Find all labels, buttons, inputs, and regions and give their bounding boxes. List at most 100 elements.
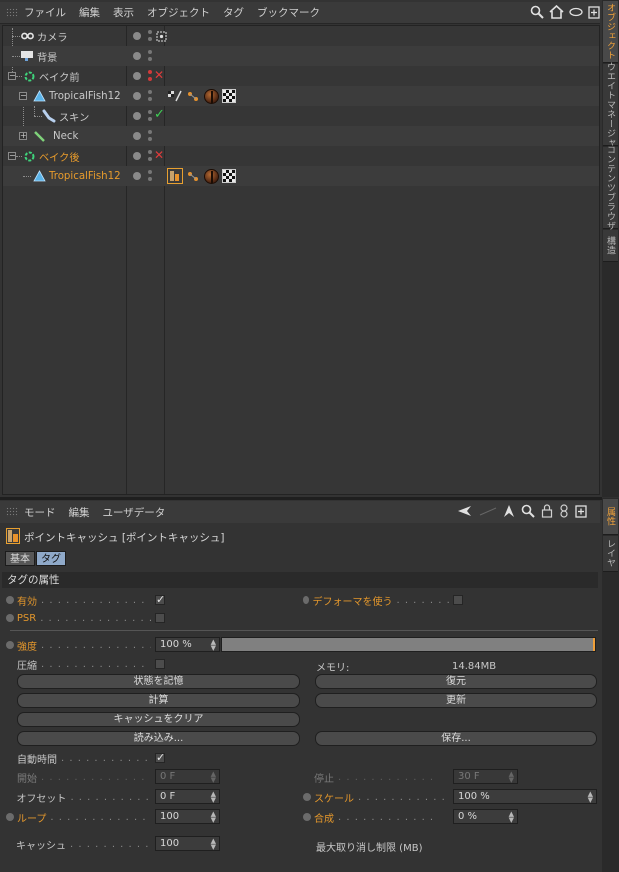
- visibility-dot[interactable]: [133, 52, 141, 60]
- link-icon[interactable]: [559, 504, 569, 518]
- animation-pin[interactable]: [6, 614, 14, 622]
- prop-blend: 合成 . . . . . . . . . . . . . . . . .: [303, 809, 453, 825]
- side-tab-objects[interactable]: オブジェクト: [603, 1, 618, 63]
- object-name: ベイク後: [39, 152, 80, 164]
- menu-edit[interactable]: 編集: [79, 5, 100, 20]
- menu-file[interactable]: ファイル: [24, 5, 66, 20]
- home-icon[interactable]: [549, 5, 564, 19]
- visibility-dot[interactable]: [133, 92, 141, 100]
- side-tab-structure[interactable]: 構造: [603, 230, 618, 262]
- side-tab-attributes[interactable]: 属性: [603, 499, 618, 535]
- search-icon[interactable]: [530, 5, 544, 19]
- material-tag-icon[interactable]: [203, 168, 219, 184]
- side-tab-content-browser[interactable]: コンテンツブラウザ: [603, 145, 618, 230]
- object-name: ベイク前: [39, 72, 80, 84]
- new-window-icon[interactable]: [588, 5, 600, 19]
- auto-time-checkbox[interactable]: ✓: [155, 752, 165, 763]
- menu-tag[interactable]: タグ: [223, 5, 244, 20]
- prop-stop: 停止 . . . . . . . . . . . . . . . . .: [314, 771, 438, 785]
- object-row-neck[interactable]: + Neck: [3, 126, 599, 146]
- psr-checkbox[interactable]: [155, 613, 165, 623]
- object-row-skin[interactable]: スキン ✓: [3, 106, 599, 126]
- attribute-header: ポイントキャッシュ [ポイントキャッシュ]: [6, 528, 225, 547]
- menu-object[interactable]: オブジェクト: [147, 5, 210, 20]
- visibility-dot[interactable]: [133, 72, 141, 80]
- disabled-x-icon[interactable]: ✕: [154, 68, 164, 82]
- polygon-icon: [32, 169, 46, 183]
- background-icon: [20, 49, 34, 63]
- lock-icon[interactable]: [541, 504, 553, 518]
- stop-field[interactable]: 30 F ▲ ▼: [453, 769, 518, 784]
- tab-basic[interactable]: 基本: [5, 551, 35, 566]
- weight-tag-icon[interactable]: [167, 88, 183, 104]
- disabled-x-icon[interactable]: ✕: [154, 148, 164, 162]
- menu-bookmark[interactable]: ブックマーク: [257, 5, 320, 20]
- object-row-tropicalfish12[interactable]: − TropicalFish12: [3, 86, 599, 106]
- object-row-background[interactable]: 背景: [3, 46, 599, 66]
- store-state-button[interactable]: 状態を記憶: [17, 674, 300, 689]
- object-name: スキン: [59, 112, 90, 124]
- eye-icon[interactable]: [569, 7, 583, 17]
- object-row-bake-before[interactable]: − ベイク前 ✕: [3, 66, 599, 86]
- strength-slider[interactable]: [221, 637, 596, 652]
- restore-button[interactable]: 復元: [315, 674, 597, 689]
- load-button[interactable]: 読み込み...: [17, 731, 300, 746]
- clear-cache-button[interactable]: キャッシュをクリア: [17, 712, 300, 727]
- panel-grip[interactable]: [6, 507, 18, 517]
- animation-pin[interactable]: [6, 596, 14, 604]
- enabled-checkbox[interactable]: ✓: [155, 594, 165, 605]
- object-row-bake-after[interactable]: − ベイク後 ✕: [3, 146, 599, 166]
- update-button[interactable]: 更新: [315, 693, 597, 708]
- calculate-button[interactable]: 計算: [17, 693, 300, 708]
- blend-field[interactable]: 0 % ▲ ▼: [453, 809, 518, 824]
- material-tag-icon[interactable]: [203, 88, 219, 104]
- camera-target-tag-icon[interactable]: [153, 28, 169, 44]
- animation-pin[interactable]: [303, 793, 311, 801]
- tab-tag[interactable]: タグ: [36, 551, 66, 566]
- cache-field[interactable]: 100 ▲ ▼: [155, 836, 220, 851]
- prop-use-deformer: デフォーマを使う . . . . . . . . . . . . . .: [303, 592, 453, 608]
- point-cache-tag-icon[interactable]: [167, 168, 183, 184]
- visibility-dot[interactable]: [133, 32, 141, 40]
- vertex-map-tag-icon[interactable]: [185, 88, 201, 104]
- object-tree[interactable]: カメラ 背景 − ベイク前 ✕ − TropicalFish12 スキン ✓ +…: [2, 25, 600, 495]
- use-deformer-checkbox[interactable]: [453, 595, 463, 605]
- texture-tag-icon[interactable]: [221, 88, 237, 104]
- new-window-icon[interactable]: [575, 504, 587, 518]
- visibility-dot[interactable]: [133, 132, 141, 140]
- strength-field[interactable]: 100 % ▲ ▼: [155, 637, 220, 652]
- visibility-dot[interactable]: [133, 152, 141, 160]
- compress-checkbox[interactable]: [155, 659, 165, 669]
- enabled-check-icon[interactable]: ✓: [154, 107, 165, 122]
- visibility-dot[interactable]: [133, 112, 141, 120]
- side-tab-layers[interactable]: レイヤ: [603, 536, 618, 572]
- panel-grip[interactable]: [6, 7, 18, 18]
- null-icon: [22, 149, 36, 163]
- menu-edit[interactable]: 編集: [69, 505, 90, 520]
- section-tag-properties: タグの属性: [2, 572, 598, 588]
- animation-pin[interactable]: [303, 596, 310, 604]
- vertex-map-tag-icon[interactable]: [185, 168, 201, 184]
- side-tab-weight-manager[interactable]: ウエイトマネージャ: [603, 62, 618, 147]
- menu-view[interactable]: 表示: [113, 5, 134, 20]
- loop-field[interactable]: 100 ▲ ▼: [155, 809, 220, 824]
- history-line-icon: [479, 507, 497, 516]
- object-row-tropicalfish12-baked[interactable]: TropicalFish12: [3, 166, 599, 186]
- animation-pin[interactable]: [6, 641, 14, 649]
- texture-tag-icon[interactable]: [221, 168, 237, 184]
- visibility-dot[interactable]: [133, 172, 141, 180]
- offset-field[interactable]: 0 F ▲ ▼: [155, 789, 220, 804]
- start-field[interactable]: 0 F ▲ ▼: [155, 769, 220, 784]
- object-row-camera[interactable]: カメラ: [3, 26, 599, 46]
- menu-user-data[interactable]: ユーザデータ: [103, 505, 166, 520]
- animation-pin[interactable]: [303, 813, 311, 821]
- scale-field[interactable]: 100 % ▲ ▼: [453, 789, 597, 804]
- search-icon[interactable]: [521, 504, 535, 518]
- save-button[interactable]: 保存...: [315, 731, 597, 746]
- attribute-side-tabs: 属性 レイヤ: [602, 498, 619, 872]
- forward-arrow-icon[interactable]: [503, 504, 515, 518]
- menu-mode[interactable]: モード: [24, 505, 56, 520]
- prop-strength: 強度 . . . . . . . . . . . . . . . . . . .…: [6, 637, 154, 653]
- animation-pin[interactable]: [6, 813, 14, 821]
- back-arrow-icon[interactable]: [457, 505, 473, 517]
